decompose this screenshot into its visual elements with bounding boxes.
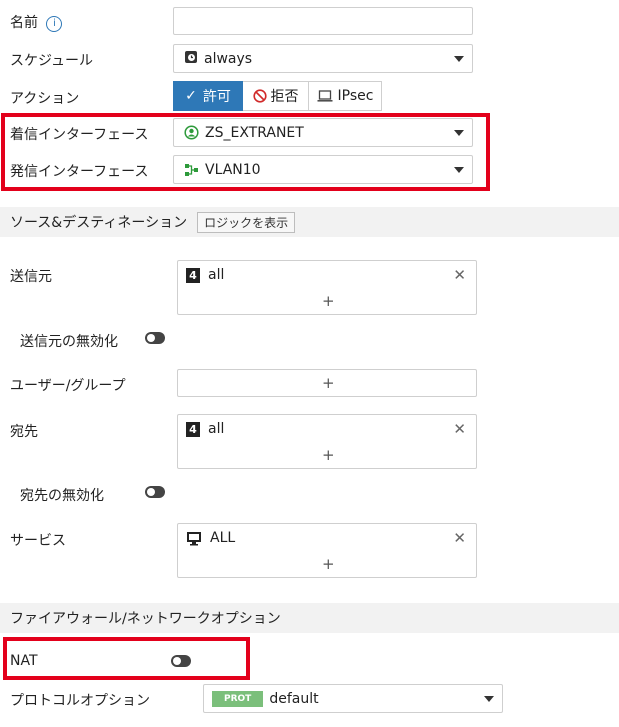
- incoming-interface-select[interactable]: ZS_EXTRANET: [173, 118, 473, 147]
- destination-value: all: [208, 421, 225, 437]
- nat-highlight-box: [3, 637, 250, 680]
- name-label: 名前 i: [10, 12, 63, 32]
- address-all-icon: 4: [186, 267, 200, 283]
- add-source-icon[interactable]: +: [322, 292, 335, 310]
- user-group-label: ユーザー/グループ: [10, 378, 126, 394]
- remove-destination-icon[interactable]: ✕: [453, 420, 466, 438]
- deny-icon: [252, 89, 267, 103]
- add-service-icon[interactable]: +: [322, 555, 335, 573]
- source-label: 送信元: [10, 269, 52, 285]
- destination-entry: 4 all: [186, 421, 224, 437]
- remove-source-icon[interactable]: ✕: [453, 266, 466, 284]
- schedule-select[interactable]: always: [173, 44, 473, 73]
- destination-field[interactable]: 4 all ✕ +: [177, 414, 477, 469]
- service-value: ALL: [210, 530, 236, 546]
- service-field[interactable]: ALL ✕ +: [177, 523, 477, 578]
- action-label: アクション: [10, 91, 80, 107]
- info-icon[interactable]: i: [46, 16, 63, 32]
- nat-toggle[interactable]: [171, 655, 191, 667]
- source-field[interactable]: 4 all ✕ +: [177, 260, 477, 315]
- section-title: ファイアウォール/ネットワークオプション: [10, 611, 281, 627]
- schedule-clock-icon: [184, 50, 198, 68]
- show-logic-button[interactable]: ロジックを表示: [197, 211, 296, 233]
- add-destination-icon[interactable]: +: [322, 446, 335, 464]
- schedule-value: always: [204, 50, 253, 67]
- source-entry: 4 all: [186, 267, 224, 283]
- add-user-group-icon[interactable]: +: [322, 374, 335, 392]
- address-all-icon: 4: [186, 421, 200, 437]
- protocol-options-label: プロトコルオプション: [10, 693, 150, 709]
- protocol-options-value: default: [269, 690, 319, 707]
- laptop-icon: [317, 90, 333, 102]
- negate-destination-toggle[interactable]: [145, 486, 165, 498]
- incoming-interface-label: 着信インターフェース: [10, 127, 149, 143]
- schedule-label: スケジュール: [10, 53, 94, 69]
- chevron-down-icon: [454, 166, 464, 173]
- action-accept-button[interactable]: ✓ 許可: [173, 81, 243, 111]
- action-ipsec-button[interactable]: IPsec: [309, 81, 382, 111]
- outgoing-interface-value: VLAN10: [205, 161, 261, 178]
- name-input[interactable]: [173, 7, 473, 35]
- service-entry: ALL: [186, 530, 235, 546]
- remove-service-icon[interactable]: ✕: [453, 529, 466, 547]
- section-title: ソース&デスティネーション: [10, 215, 188, 231]
- chevron-down-icon: [454, 55, 464, 62]
- chevron-down-icon: [454, 129, 464, 136]
- nat-label: NAT: [10, 653, 38, 669]
- section-source-destination: ソース&デスティネーション ロジックを表示: [0, 207, 619, 237]
- user-group-field[interactable]: +: [177, 369, 477, 397]
- user-circle-icon: [184, 125, 199, 140]
- service-label: サービス: [10, 533, 66, 549]
- negate-source-toggle[interactable]: [145, 332, 165, 344]
- negate-destination-label: 宛先の無効化: [20, 488, 104, 504]
- incoming-interface-value: ZS_EXTRANET: [205, 124, 304, 141]
- chevron-down-icon: [484, 695, 494, 702]
- source-value: all: [208, 267, 225, 283]
- service-monitor-icon: [186, 531, 202, 546]
- section-firewall-network-options: ファイアウォール/ネットワークオプション: [0, 603, 619, 633]
- outgoing-interface-select[interactable]: VLAN10: [173, 155, 473, 184]
- check-icon: ✓: [185, 88, 197, 104]
- protocol-options-select[interactable]: PROT default: [203, 684, 503, 713]
- network-icon: [184, 163, 199, 177]
- negate-source-label: 送信元の無効化: [20, 334, 118, 350]
- outgoing-interface-label: 発信インターフェース: [10, 164, 149, 180]
- prot-badge: PROT: [212, 690, 264, 707]
- destination-label: 宛先: [10, 424, 38, 440]
- action-deny-button[interactable]: 拒否: [243, 81, 309, 111]
